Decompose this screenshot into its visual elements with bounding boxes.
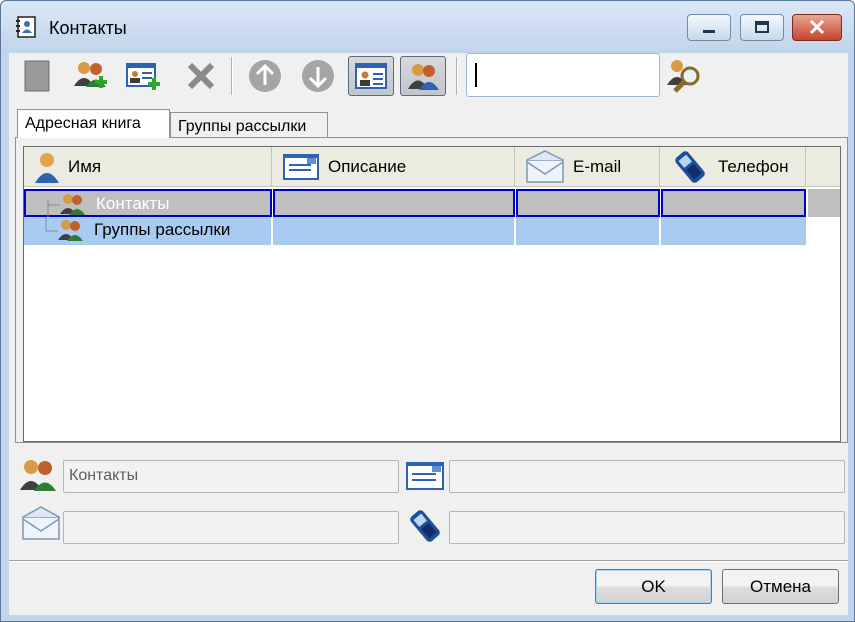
- view-groups-button[interactable]: [400, 56, 446, 96]
- name-field-value: Контакты: [69, 467, 139, 484]
- add-contacts-icon: [74, 62, 107, 88]
- card-icon: [406, 462, 444, 490]
- description-field[interactable]: [449, 460, 845, 493]
- toolbar-separator: [231, 57, 232, 95]
- person-icon: [35, 152, 59, 183]
- group-icon: [60, 194, 85, 215]
- tab-panel: Имя Описание E-mail Телефон Контакты Гру…: [15, 137, 848, 443]
- minimize-icon: [703, 30, 715, 33]
- cell-description[interactable]: [273, 189, 515, 217]
- contacts-window: Контакты Адресная книга Группы рассылки …: [0, 0, 855, 622]
- search-input[interactable]: [466, 53, 660, 97]
- title-bar[interactable]: Контакты: [1, 1, 854, 53]
- phone-field[interactable]: [449, 511, 845, 544]
- column-header-name[interactable]: Имя: [24, 147, 272, 187]
- card-icon: [283, 153, 319, 180]
- cell-phone[interactable]: [661, 217, 806, 245]
- divider: [9, 560, 848, 561]
- find-button[interactable]: [665, 56, 705, 96]
- cancel-button[interactable]: Отмена: [722, 569, 839, 604]
- minimize-button[interactable]: [687, 14, 731, 41]
- table-row[interactable]: Контакты: [24, 189, 840, 219]
- maximize-button[interactable]: [740, 14, 784, 41]
- arrow-down-icon: [302, 60, 334, 92]
- tab-label: Адресная книга: [25, 115, 141, 132]
- column-header-label: E-mail: [573, 156, 622, 176]
- contacts-grid[interactable]: Имя Описание E-mail Телефон Контакты Гру…: [23, 146, 841, 442]
- ok-button-label: OK: [641, 576, 666, 596]
- maximize-icon: [755, 21, 769, 33]
- column-header-description[interactable]: Описание: [272, 147, 515, 187]
- tab-label: Группы рассылки: [178, 118, 307, 135]
- cell-email[interactable]: [516, 217, 660, 245]
- phone-icon: [410, 510, 440, 542]
- dialog-client-area: Адресная книга Группы рассылки Имя Описа…: [9, 53, 848, 615]
- address-book-icon: [16, 16, 36, 38]
- contact-card-icon: [355, 63, 387, 89]
- envelope-icon: [22, 506, 60, 540]
- cell-phone[interactable]: [661, 189, 806, 217]
- group-icon: [58, 220, 83, 241]
- table-row[interactable]: Группы рассылки: [24, 217, 806, 245]
- group-icon: [408, 64, 439, 90]
- tab-address-book[interactable]: Адресная книга: [17, 109, 170, 138]
- tree-lines-icon: [45, 217, 58, 232]
- column-header-label: Телефон: [718, 156, 789, 176]
- blank-doc-icon: [24, 60, 50, 92]
- cell-email[interactable]: [516, 189, 660, 217]
- arrow-up-icon: [249, 60, 281, 92]
- name-field[interactable]: Контакты: [63, 460, 399, 493]
- add-card-icon: [126, 63, 160, 90]
- cell-name[interactable]: Контакты: [24, 189, 272, 219]
- delete-x-icon: [187, 62, 215, 90]
- cancel-button-label: Отмена: [750, 576, 811, 596]
- add-contact-button[interactable]: [71, 56, 111, 96]
- column-header-label: Описание: [328, 156, 407, 176]
- phone-icon: [675, 150, 705, 183]
- view-contacts-button[interactable]: [348, 56, 394, 96]
- group-icon: [20, 460, 56, 491]
- close-icon: [809, 19, 825, 35]
- column-header-label: Имя: [68, 156, 102, 176]
- column-header-email[interactable]: E-mail: [515, 147, 660, 187]
- email-field[interactable]: [63, 511, 399, 544]
- cell-name[interactable]: Группы рассылки: [24, 217, 272, 245]
- tab-mailing-groups[interactable]: Группы рассылки: [170, 112, 328, 138]
- close-button[interactable]: [792, 14, 842, 41]
- column-header-phone[interactable]: Телефон: [660, 147, 806, 187]
- window-title: Контакты: [49, 18, 127, 38]
- row-name: Группы рассылки: [94, 220, 231, 239]
- tree-lines-icon: [47, 199, 60, 219]
- envelope-icon: [526, 149, 564, 183]
- row-name: Контакты: [96, 194, 170, 213]
- delete-button[interactable]: [181, 56, 221, 96]
- column-header-filler: [806, 147, 840, 187]
- save-button[interactable]: [17, 56, 57, 96]
- move-down-button[interactable]: [298, 56, 338, 96]
- move-up-button[interactable]: [245, 56, 285, 96]
- ok-button[interactable]: OK: [595, 569, 712, 604]
- cell-filler: [808, 189, 840, 217]
- add-card-button[interactable]: [123, 56, 163, 96]
- find-person-icon: [667, 60, 700, 93]
- cell-description[interactable]: [273, 217, 515, 245]
- text-caret: [475, 63, 477, 87]
- toolbar-separator: [456, 57, 457, 95]
